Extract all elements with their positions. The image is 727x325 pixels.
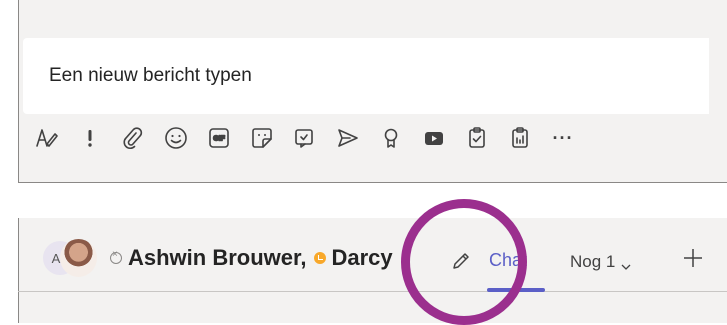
group-avatar[interactable]: A [43,237,103,277]
emoji-icon [165,127,187,149]
important-button[interactable] [77,125,103,151]
praise-icon [384,128,398,148]
tab-chat-active-indicator [487,288,545,292]
pencil-icon [453,253,469,269]
header-divider [18,291,727,292]
meet-now-button[interactable] [292,125,318,151]
more-options-icon: ··· [552,127,574,148]
emoji-button[interactable] [163,125,189,151]
sticker-button[interactable] [249,125,275,151]
youtube-button[interactable] [421,125,447,151]
format-button[interactable] [34,125,60,151]
attach-icon [123,127,143,149]
sticker-icon [252,128,272,148]
tab-chat[interactable]: Chat [489,250,527,271]
forms-icon [512,127,528,148]
svg-text:GIF: GIF [213,136,225,143]
send-button[interactable] [335,125,361,151]
praise-button[interactable] [378,125,404,151]
important-icon [88,130,92,147]
youtube-icon [425,132,443,145]
chevron-down-icon [621,257,631,270]
format-icon [36,129,58,147]
message-input[interactable]: Een nieuw bericht typen [23,38,709,114]
message-input-placeholder: Een nieuw bericht typen [49,65,252,86]
forms-button[interactable] [507,125,533,151]
more-options-button[interactable]: ··· [550,125,576,151]
gif-button[interactable]: GIF [206,125,232,151]
tab-more-dropdown[interactable]: Nog 1 [570,252,631,272]
tab-more-label: Nog 1 [570,252,616,271]
meet-now-icon [295,129,313,148]
offline-status-icon [110,249,122,264]
gif-icon: GIF [209,128,229,148]
plus-icon [684,249,702,267]
participant-name-2: Darcy [331,245,393,270]
away-status-icon [314,252,327,264]
compose-toolbar: GIF ··· [34,118,694,158]
participant-name-1: Ashwin Brouwer, [128,245,307,270]
attach-button[interactable] [120,125,146,151]
approvals-button[interactable] [464,125,490,151]
add-tab-button[interactable] [681,246,705,270]
approvals-icon [469,127,485,148]
chat-title[interactable]: Ashwin Brouwer, Darcy [110,243,393,273]
edit-name-button[interactable] [451,251,471,271]
avatar-photo [60,239,97,277]
send-icon [338,129,358,147]
